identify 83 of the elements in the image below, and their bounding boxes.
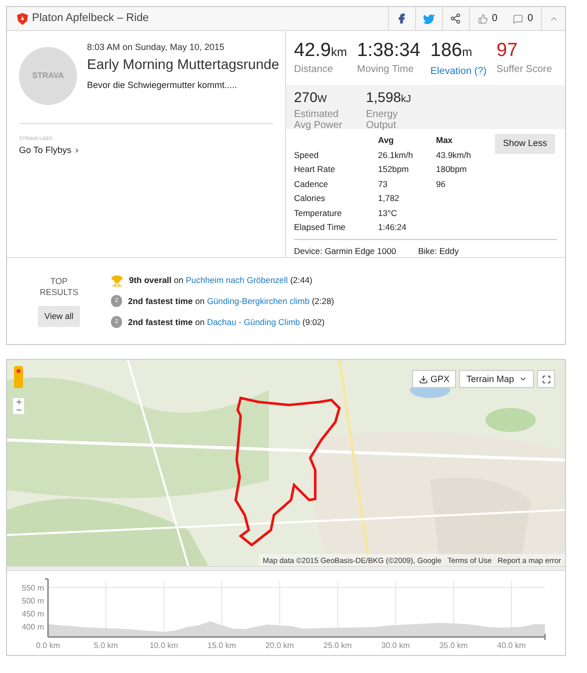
detail-label: Elapsed Time xyxy=(294,221,346,234)
segment-link[interactable]: Puchheim nach Gröbenzell xyxy=(186,275,288,286)
thumbs-up-icon xyxy=(478,14,488,24)
y-axis xyxy=(45,578,49,638)
view-all-button[interactable]: View all xyxy=(38,306,80,327)
zoom-in-icon[interactable] xyxy=(14,398,22,406)
share-icon xyxy=(450,13,462,24)
twitter-icon xyxy=(422,12,435,24)
segment-link[interactable]: Günding-Bergkirchen climb xyxy=(206,296,310,306)
segment-link[interactable]: Dachau - Günding Climb xyxy=(206,316,300,327)
stat-value: 1:38:34 xyxy=(356,41,420,60)
result-rank: 9th overall xyxy=(129,275,172,286)
stat-value: 270W xyxy=(294,90,328,105)
stat-value: 186m xyxy=(430,41,474,60)
x-tick-label: 40.0 km xyxy=(497,641,526,650)
y-tick-label: 450 m xyxy=(22,610,44,619)
avg-value: 73 xyxy=(378,178,388,190)
pegman-icon xyxy=(14,366,23,388)
detail-label: Cadence xyxy=(294,178,330,190)
resize-handle[interactable] xyxy=(7,566,565,572)
activity-title: Platon Apfelbeck – Ride xyxy=(32,11,149,26)
x-tick-label: 25.0 km xyxy=(323,641,352,650)
elevation-link[interactable]: Elevation (?) xyxy=(430,64,487,79)
stat-label: Moving Time xyxy=(356,64,415,75)
x-tick-label: 0.0 km xyxy=(36,641,60,650)
result-rank: 2nd fastest time xyxy=(128,296,193,306)
device-text: Device: Garmin Edge 1000 xyxy=(294,244,396,258)
x-tick-label: 10.0 km xyxy=(150,641,178,650)
result-rank: 2nd fastest time xyxy=(128,316,193,327)
avg-value: 13°C xyxy=(378,206,398,220)
result-time: (2:28) xyxy=(312,296,334,306)
result-joiner: on xyxy=(195,296,205,306)
max-value: 43.9km/h xyxy=(436,148,472,162)
stat-value: 42.9km xyxy=(294,41,347,60)
y-tick-label: 500 m xyxy=(22,596,44,606)
detail-label: Temperature xyxy=(294,206,343,220)
result-joiner: on xyxy=(195,316,205,327)
stat-label: Distance xyxy=(294,64,334,75)
activity-date: 8:03 AM on Sunday, May 10, 2015 xyxy=(87,41,226,54)
stat-label: Energy Output xyxy=(366,109,399,131)
x-tick-label: 35.0 km xyxy=(439,641,468,650)
stat-label: Suffer Score xyxy=(496,64,552,75)
activity-name: Early Morning Muttertagsrunde xyxy=(87,54,280,72)
stat-value: 97 xyxy=(496,41,519,60)
map-type-dropdown[interactable]: Terrain Map xyxy=(459,370,534,388)
gpx-button[interactable]: GPX xyxy=(412,370,456,388)
x-tick-label: 15.0 km xyxy=(208,641,236,650)
comment-icon xyxy=(513,14,524,24)
column-header: Avg xyxy=(378,134,395,147)
column-header: Max xyxy=(436,134,454,147)
kudos-button[interactable]: 0 xyxy=(468,7,506,30)
detail-label: Heart Rate xyxy=(294,163,336,176)
show-less-button[interactable]: Show Less xyxy=(494,134,555,154)
shield-icon xyxy=(17,12,28,24)
result-time: (2:44) xyxy=(290,275,312,286)
stat-label: Estimated Avg Power xyxy=(294,109,344,131)
detail-label: Speed xyxy=(294,148,320,162)
stat-value: 1,598kJ xyxy=(366,90,412,105)
detail-label: Calories xyxy=(294,192,326,205)
x-tick-label: 30.0 km xyxy=(381,641,410,650)
trophy-icon xyxy=(111,274,123,286)
x-tick-label: 20.0 km xyxy=(265,641,294,650)
top-results-title: TOP RESULTS xyxy=(39,276,79,298)
max-value: 180bpm xyxy=(436,163,468,176)
avg-value: 1:46:24 xyxy=(378,221,408,234)
max-value: 96 xyxy=(436,178,446,190)
fullscreen-button[interactable] xyxy=(537,370,555,388)
fullscreen-icon xyxy=(542,374,550,384)
comments-button[interactable]: 0 xyxy=(505,7,541,30)
result-joiner: on xyxy=(174,275,184,286)
activity-description: Bevor die Schwiegermutter kommt..... xyxy=(87,78,238,92)
y-tick-label: 550 m xyxy=(22,584,44,593)
avg-value: 1,782 xyxy=(378,192,400,205)
download-icon xyxy=(419,374,428,384)
avatar-text: STRAVA xyxy=(32,70,64,82)
y-tick-label: 400 m xyxy=(22,622,44,632)
avg-value: 152bpm xyxy=(378,163,410,176)
bike-text: Bike: Eddy xyxy=(418,244,459,258)
x-tick-label: 5.0 km xyxy=(94,641,118,650)
avg-value: 26.1km/h xyxy=(378,148,414,162)
result-time: (9:02) xyxy=(302,316,325,327)
facebook-icon xyxy=(396,13,408,24)
flybys-link[interactable]: Go To Flybys › xyxy=(19,144,273,157)
